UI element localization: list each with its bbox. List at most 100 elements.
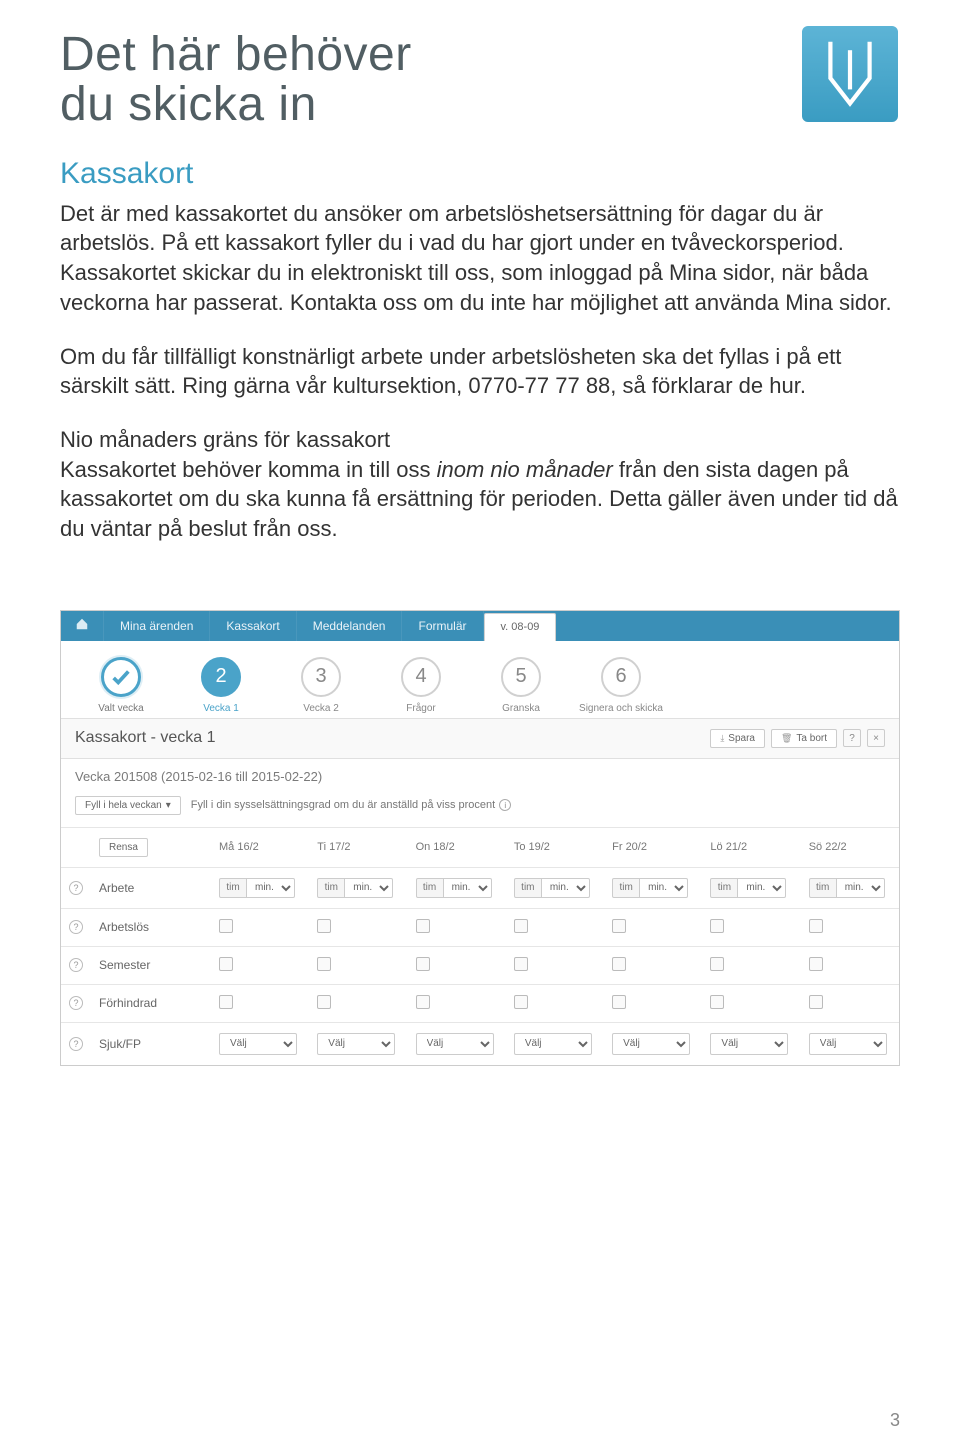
table-row: ? Arbete min. min. min. min. min. min. min. (61, 867, 899, 908)
hours-input[interactable] (416, 878, 444, 898)
checkbox[interactable] (612, 919, 626, 933)
checkbox[interactable] (219, 957, 233, 971)
help-icon[interactable]: ? (69, 996, 83, 1010)
status-select[interactable]: Välj (612, 1033, 690, 1055)
hours-input[interactable] (710, 878, 738, 898)
row-label: Förhindrad (91, 984, 211, 1022)
tab-week-08-09[interactable]: v. 08-09 (484, 613, 557, 641)
top-nav: Mina ärenden Kassakort Meddelanden Formu… (61, 611, 899, 641)
checkbox[interactable] (514, 919, 528, 933)
checkbox[interactable] (809, 995, 823, 1009)
home-icon (75, 617, 89, 634)
checkbox[interactable] (317, 995, 331, 1009)
help-icon[interactable]: ? (69, 920, 83, 934)
checkbox[interactable] (416, 957, 430, 971)
nav-formular[interactable]: Formulär (402, 611, 483, 641)
minutes-select[interactable]: min. (837, 878, 885, 898)
save-icon: ⤓ (720, 733, 724, 744)
checkbox[interactable] (612, 957, 626, 971)
nav-kassakort[interactable]: Kassakort (210, 611, 296, 641)
status-select[interactable]: Välj (416, 1033, 494, 1055)
minutes-select[interactable]: min. (640, 878, 688, 898)
status-select[interactable]: Välj (809, 1033, 887, 1055)
checkbox[interactable] (809, 957, 823, 971)
checkbox[interactable] (514, 957, 528, 971)
help-button[interactable]: ? (843, 729, 861, 747)
nav-meddelanden[interactable]: Meddelanden (297, 611, 403, 641)
row-label: Arbetslös (91, 908, 211, 946)
help-icon[interactable]: ? (69, 958, 83, 972)
hours-input[interactable] (219, 878, 247, 898)
row-label: Arbete (91, 867, 211, 908)
checkbox[interactable] (710, 919, 724, 933)
checkbox[interactable] (710, 957, 724, 971)
check-icon (110, 666, 132, 688)
trash-icon: 🗑 (781, 733, 792, 744)
hours-input[interactable] (612, 878, 640, 898)
nav-mina-arenden[interactable]: Mina ärenden (104, 611, 210, 641)
minutes-select[interactable]: min. (542, 878, 590, 898)
table-row: ? Arbetslös (61, 908, 899, 946)
checkbox[interactable] (514, 995, 528, 1009)
hint-text: Fyll i din sysselsättningsgrad om du är … (191, 799, 511, 811)
row-label: Semester (91, 946, 211, 984)
hours-input[interactable] (809, 878, 837, 898)
checkbox[interactable] (809, 919, 823, 933)
day-header: Ti 17/2 (309, 827, 407, 867)
nav-home[interactable] (61, 611, 104, 641)
close-button[interactable]: × (867, 729, 885, 747)
minutes-select[interactable]: min. (247, 878, 295, 898)
wizard-steps: Valt vecka 2 Vecka 1 3 Vecka 2 4 Frågor … (61, 641, 899, 719)
panel-title: Kassakort - vecka 1 (75, 729, 216, 747)
table-row: ? Förhindrad (61, 984, 899, 1022)
pencil-write-icon (800, 24, 900, 124)
checkbox[interactable] (710, 995, 724, 1009)
day-header: Fr 20/2 (604, 827, 702, 867)
checkbox[interactable] (416, 919, 430, 933)
save-button[interactable]: ⤓Spara (710, 729, 765, 748)
checkbox[interactable] (612, 995, 626, 1009)
step-1[interactable]: Valt vecka (71, 657, 171, 714)
minutes-select[interactable]: min. (444, 878, 492, 898)
delete-button[interactable]: 🗑Ta bort (771, 729, 837, 748)
paragraph-1: Det är med kassakortet du ansöker om arb… (60, 199, 900, 318)
page-title: Det här behöverdu skicka in (60, 30, 412, 131)
status-select[interactable]: Välj (219, 1033, 297, 1055)
page-number: 3 (890, 1410, 900, 1431)
fill-week-button[interactable]: Fyll i hela veckan ▾ (75, 796, 181, 815)
checkbox[interactable] (219, 919, 233, 933)
chevron-down-icon: ▾ (166, 800, 171, 811)
help-icon[interactable]: ? (69, 1037, 83, 1051)
info-icon[interactable]: i (499, 799, 511, 811)
checkbox[interactable] (317, 919, 331, 933)
status-select[interactable]: Välj (710, 1033, 788, 1055)
paragraph-2: Om du får tillfälligt konstnärligt arbet… (60, 342, 900, 401)
step-4[interactable]: 4 Frågor (371, 657, 471, 714)
day-header: Lö 21/2 (702, 827, 800, 867)
hours-input[interactable] (514, 878, 542, 898)
day-header: To 19/2 (506, 827, 604, 867)
timesheet-grid: Rensa Må 16/2 Ti 17/2 On 18/2 To 19/2 Fr… (61, 827, 899, 1065)
checkbox[interactable] (416, 995, 430, 1009)
checkbox[interactable] (317, 957, 331, 971)
week-range-label: Vecka 201508 (2015-02-16 till 2015-02-22… (61, 759, 899, 790)
table-row: ? Sjuk/FP Välj Välj Välj Välj Välj Välj Välj (61, 1022, 899, 1065)
step-5[interactable]: 5 Granska (471, 657, 571, 714)
minutes-select[interactable]: min. (345, 878, 393, 898)
hours-input[interactable] (317, 878, 345, 898)
app-screenshot: Mina ärenden Kassakort Meddelanden Formu… (60, 610, 900, 1066)
checkbox[interactable] (219, 995, 233, 1009)
minutes-select[interactable]: min. (738, 878, 786, 898)
step-2[interactable]: 2 Vecka 1 (171, 657, 271, 714)
help-icon[interactable]: ? (69, 881, 83, 895)
section-heading: Kassakort (60, 157, 900, 191)
status-select[interactable]: Välj (317, 1033, 395, 1055)
row-label: Sjuk/FP (91, 1022, 211, 1065)
day-header: Må 16/2 (211, 827, 309, 867)
day-header: On 18/2 (408, 827, 506, 867)
status-select[interactable]: Välj (514, 1033, 592, 1055)
table-row: ? Semester (61, 946, 899, 984)
step-6[interactable]: 6 Signera och skicka (571, 657, 671, 714)
clear-button[interactable]: Rensa (99, 838, 148, 857)
step-3[interactable]: 3 Vecka 2 (271, 657, 371, 714)
